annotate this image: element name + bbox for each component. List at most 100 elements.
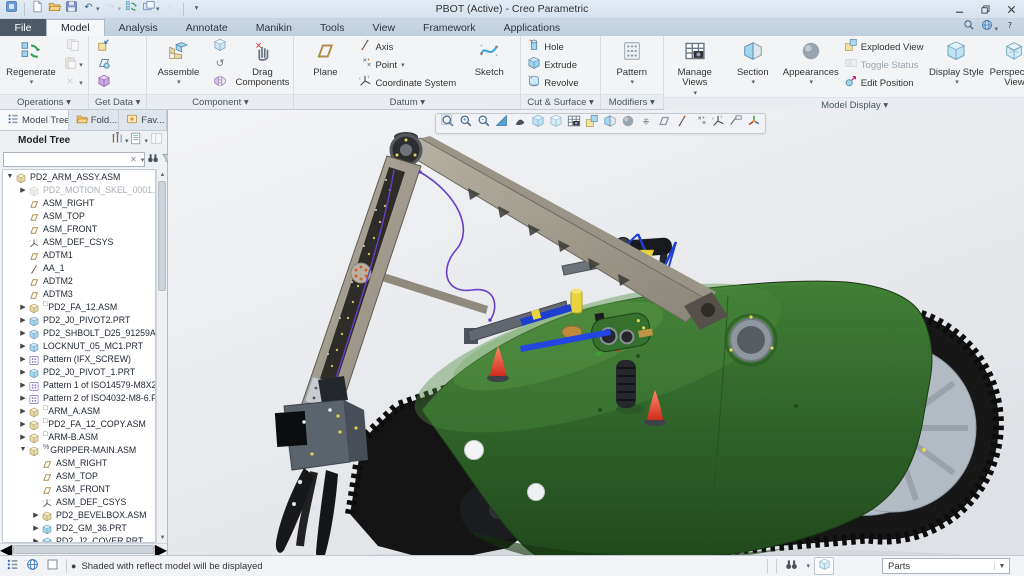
tree-item[interactable]: ▶□PD2_FA_12.ASM <box>3 300 155 313</box>
tab-analysis[interactable]: Analysis <box>105 19 172 36</box>
scroll-up-icon[interactable]: ▲ <box>157 169 168 180</box>
graphics-area[interactable]: +-⁜✕✕xy <box>168 110 1024 555</box>
expander-open-icon[interactable]: ▼ <box>18 446 28 453</box>
view-images-button[interactable] <box>565 115 582 132</box>
assemble-button[interactable]: Assemble▾ <box>150 38 206 86</box>
import-button[interactable] <box>92 38 116 56</box>
windows-button[interactable]: ▾ <box>141 1 161 17</box>
tab-tools[interactable]: Tools <box>306 19 359 36</box>
repaint-button[interactable] <box>493 115 510 132</box>
tree-item[interactable]: ▶PD2_J2_COVER.PRT <box>3 534 155 543</box>
regenerate-button[interactable]: Regenerate▾ <box>3 38 59 86</box>
tree-item[interactable]: ▶Pattern (IFX_SCREW) <box>3 352 155 365</box>
tree-item[interactable]: ▼%GRIPPER-MAIN.ASM <box>3 443 155 456</box>
show-list-button[interactable]: ▾ <box>130 132 148 150</box>
expander-closed-icon[interactable]: ▶ <box>31 511 41 519</box>
shrinkwrap-button[interactable] <box>92 74 116 92</box>
drag-components-button[interactable]: ✕Drag Components <box>234 38 290 89</box>
shading-button[interactable] <box>511 115 528 132</box>
repeat-button[interactable]: ↺ <box>208 56 232 74</box>
paste-button[interactable]: ▾ <box>61 56 85 74</box>
robot-model[interactable] <box>168 110 1024 555</box>
save-button[interactable] <box>64 1 79 17</box>
find-button[interactable] <box>147 151 159 169</box>
exploded-small-button[interactable] <box>583 115 600 132</box>
expander-closed-icon[interactable]: ▶ <box>18 407 28 415</box>
settings-tools-button[interactable]: ▾ <box>111 132 129 150</box>
tree-item[interactable]: ▶LOCKNUT_05_MC1.PRT <box>3 339 155 352</box>
app-button[interactable] <box>4 1 19 17</box>
clear-search-icon[interactable]: ✕ <box>127 155 140 164</box>
axis-display-button[interactable] <box>673 115 690 132</box>
expander-closed-icon[interactable]: ▶ <box>18 433 28 441</box>
expander-closed-icon[interactable]: ▶ <box>18 420 28 428</box>
regenerate-small-button[interactable] <box>124 1 139 17</box>
tree-item[interactable]: ▶PD2_MOTION_SKEL_0001.ASM <box>3 183 155 196</box>
display-style-button[interactable]: Display Style▾ <box>928 38 984 86</box>
section-button[interactable]: Section▾ <box>725 38 781 86</box>
saved-views-button[interactable] <box>547 115 564 132</box>
tree-horizontal-scrollbar[interactable]: ◀ ▶ <box>0 543 167 555</box>
panel-tab-fav[interactable]: Fav... <box>119 110 167 130</box>
tree-item[interactable]: ▶□PD2_FA_12_COPY.ASM <box>3 417 155 430</box>
minimize-button[interactable] <box>946 0 972 18</box>
tree-item[interactable]: ASM_TOP <box>3 469 155 482</box>
expander-closed-icon[interactable]: ▶ <box>31 524 41 532</box>
display-style-small-button[interactable] <box>529 115 546 132</box>
filter-selector[interactable]: Parts ▼ <box>882 558 1010 574</box>
ribbon-group-label[interactable]: Datum ▾ <box>294 94 520 109</box>
edit-position-button[interactable]: Edit Position <box>841 74 927 92</box>
tree-item[interactable]: ▼PD2_ARM_ASSY.ASM <box>3 170 155 183</box>
tree-item[interactable]: ADTM2 <box>3 274 155 287</box>
expander-closed-icon[interactable]: ▶ <box>18 303 28 311</box>
close-window-button[interactable]: ✕ <box>163 1 178 17</box>
browser-toggle-button[interactable] <box>22 557 42 575</box>
tab-file[interactable]: File <box>0 19 46 36</box>
revolve-button[interactable]: Revolve <box>524 74 581 92</box>
fullscreen-toggle-button[interactable] <box>42 557 62 575</box>
search-input[interactable] <box>4 155 127 165</box>
perspective-view-button[interactable]: Perspective View <box>986 38 1024 89</box>
axis-button[interactable]: Axis <box>355 38 459 56</box>
ribbon-group-label[interactable]: Operations ▾ <box>0 94 88 109</box>
chevron-down-icon[interactable]: ▼ <box>994 563 1009 570</box>
tree-vertical-scrollbar[interactable]: ▲ ▼ <box>156 169 167 543</box>
appearances-button[interactable]: Appearances▾ <box>783 38 839 86</box>
tree-item[interactable]: ▶□ARM_A.ASM <box>3 404 155 417</box>
create-component-button[interactable] <box>208 38 232 56</box>
tab-applications[interactable]: Applications <box>490 19 575 36</box>
tree-item[interactable]: xyASM_DEF_CSYS <box>3 235 155 248</box>
tree-item[interactable]: ▶Pattern 1 of ISO14579-M8X25-8 <box>3 378 155 391</box>
tab-model[interactable]: Model <box>46 19 105 36</box>
expander-open-icon[interactable]: ▼ <box>5 173 15 180</box>
ribbon-group-label[interactable]: Cut & Surface ▾ <box>521 94 600 109</box>
new-file-button[interactable] <box>30 1 45 17</box>
expander-closed-icon[interactable]: ▶ <box>31 537 41 544</box>
open-button[interactable] <box>47 1 62 17</box>
customize-caret-button[interactable]: ▾ <box>189 1 204 17</box>
hole-button[interactable]: Hole <box>524 38 581 56</box>
tab-view[interactable]: View <box>358 19 409 36</box>
tab-annotate[interactable]: Annotate <box>172 19 242 36</box>
tree-item[interactable]: ▶PD2_GM_36.PRT <box>3 521 155 534</box>
point-display-button[interactable]: ✕✕ <box>691 115 708 132</box>
expander-closed-icon[interactable]: ▶ <box>18 316 28 324</box>
search-box[interactable]: ✕ ▾ <box>3 152 145 167</box>
tree-item[interactable]: ADTM1 <box>3 248 155 261</box>
csys-button[interactable]: xyCoordinate System <box>355 74 459 92</box>
community-button[interactable]: ▾ <box>981 18 998 36</box>
help-button[interactable]: ? <box>1004 18 1016 36</box>
plane-display-button[interactable] <box>655 115 672 132</box>
extrude-button[interactable]: Extrude <box>524 56 581 74</box>
zoom-in-button[interactable]: + <box>457 115 474 132</box>
restore-button[interactable] <box>972 0 998 18</box>
tree-item[interactable]: ASM_RIGHT <box>3 456 155 469</box>
ribbon-group-label[interactable]: Component ▾ <box>147 94 293 109</box>
pattern-button[interactable]: Pattern▾ <box>604 38 660 86</box>
datum-filters-button[interactable]: ⁜ <box>637 115 654 132</box>
tree-item[interactable]: ▶□ARM-B.ASM <box>3 430 155 443</box>
expander-closed-icon[interactable]: ▶ <box>18 342 28 350</box>
tree-item[interactable]: ASM_RIGHT <box>3 196 155 209</box>
tree-item[interactable]: ▶PD2_SHBOLT_D25_91259A108.P <box>3 326 155 339</box>
tree-item[interactable]: ASM_FRONT <box>3 482 155 495</box>
